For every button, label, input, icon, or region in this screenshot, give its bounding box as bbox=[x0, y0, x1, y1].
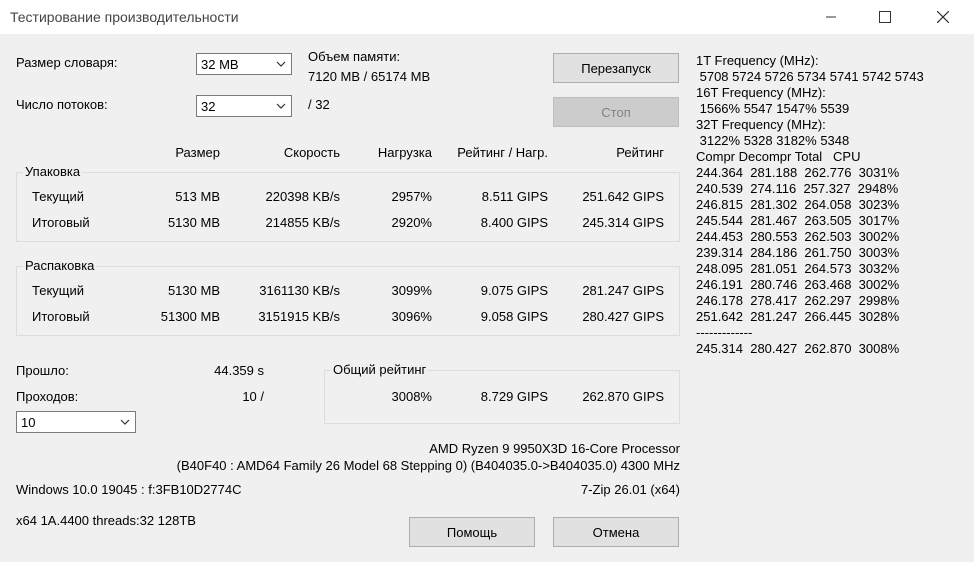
compress-total-size: 5130 MB bbox=[167, 215, 220, 230]
chevron-down-icon bbox=[276, 103, 286, 109]
chevron-down-icon bbox=[120, 419, 130, 425]
compress-total-speed: 214855 KB/s bbox=[265, 215, 340, 230]
decompress-current-rating-load: 9.075 GIPS bbox=[480, 283, 548, 298]
log-line: 239.314 284.186 261.750 3003% bbox=[696, 245, 900, 260]
col-size-header: Размер bbox=[175, 145, 220, 160]
decompress-current-load: 3099% bbox=[391, 283, 432, 298]
compress-total-rating: 245.314 GIPS bbox=[582, 215, 664, 230]
log-line: 3122% 5328 3182% 5348 bbox=[696, 133, 850, 148]
memory-label: Объем памяти: bbox=[308, 49, 401, 64]
elapsed-label: Прошло: bbox=[16, 363, 69, 378]
os-info: Windows 10.0 19045 : f:3FB10D2774C bbox=[16, 482, 242, 497]
decompress-total-label: Итоговый bbox=[32, 309, 90, 324]
app-version: 7-Zip 26.01 (x64) bbox=[581, 482, 680, 497]
decompress-total-rating-load: 9.058 GIPS bbox=[480, 309, 548, 324]
col-speed-header: Скорость bbox=[283, 145, 340, 160]
decompress-total-speed: 3151915 KB/s bbox=[258, 309, 340, 324]
log-line: 16T Frequency (MHz): bbox=[696, 85, 826, 100]
chevron-down-icon bbox=[276, 61, 286, 67]
log-line: 5708 5724 5726 5734 5741 5742 5743 bbox=[696, 69, 924, 84]
maximize-icon bbox=[879, 11, 891, 23]
decompress-total-rating: 280.427 GIPS bbox=[582, 309, 664, 324]
log-line: 32T Frequency (MHz): bbox=[696, 117, 826, 132]
benchmark-log: 1T Frequency (MHz): 5708 5724 5726 5734 … bbox=[696, 53, 970, 357]
minimize-button[interactable] bbox=[808, 0, 854, 34]
log-line: 246.815 281.302 264.058 3023% bbox=[696, 197, 900, 212]
log-line: 1566% 5547 1547% 5539 bbox=[696, 101, 850, 116]
build-info: x64 1A.4400 threads:32 128TB bbox=[16, 513, 196, 528]
compress-current-size: 513 MB bbox=[175, 189, 220, 204]
decompress-total-size: 51300 MB bbox=[160, 309, 220, 324]
log-line: 245.314 280.427 262.870 3008% bbox=[696, 341, 900, 356]
passes-select-value: 10 bbox=[21, 415, 36, 430]
col-rating-header: Рейтинг bbox=[616, 145, 664, 160]
overall-rating: 262.870 GIPS bbox=[582, 389, 664, 404]
log-line: 246.178 278.417 262.297 2998% bbox=[696, 293, 900, 308]
log-line: Compr Decompr Total CPU bbox=[696, 149, 861, 164]
compress-current-load: 2957% bbox=[391, 189, 432, 204]
decompress-current-size: 5130 MB bbox=[167, 283, 220, 298]
passes-select[interactable]: 10 bbox=[16, 411, 136, 433]
compress-total-load: 2920% bbox=[391, 215, 432, 230]
cancel-button[interactable]: Отмена bbox=[553, 517, 679, 547]
decompress-group-label: Распаковка bbox=[23, 258, 97, 273]
log-line: 246.191 280.746 263.468 3002% bbox=[696, 277, 900, 292]
close-icon bbox=[937, 11, 949, 23]
threads-label: Число потоков: bbox=[16, 97, 108, 112]
dict-size-value: 32 MB bbox=[201, 57, 239, 72]
threads-select[interactable]: 32 bbox=[196, 95, 292, 117]
decompress-group bbox=[16, 266, 680, 336]
compress-current-speed: 220398 KB/s bbox=[265, 189, 340, 204]
log-line: 244.453 280.553 262.503 3002% bbox=[696, 229, 900, 244]
passes-label: Проходов: bbox=[16, 389, 79, 404]
passes-value: 10 / bbox=[242, 389, 264, 404]
dict-size-label: Размер словаря: bbox=[16, 55, 118, 70]
log-line: 240.539 274.116 257.327 2948% bbox=[696, 181, 899, 196]
restart-button[interactable]: Перезапуск bbox=[553, 53, 679, 83]
help-button[interactable]: Помощь bbox=[409, 517, 535, 547]
compress-total-rating-load: 8.400 GIPS bbox=[480, 215, 548, 230]
overall-load: 3008% bbox=[391, 389, 432, 404]
log-line: 245.544 281.467 263.505 3017% bbox=[696, 213, 900, 228]
decompress-total-load: 3096% bbox=[391, 309, 432, 324]
log-line: 1T Frequency (MHz): bbox=[696, 53, 819, 68]
elapsed-value: 44.359 s bbox=[214, 363, 264, 378]
compress-current-rating: 251.642 GIPS bbox=[582, 189, 664, 204]
minimize-icon bbox=[826, 16, 836, 18]
log-line: 244.364 281.188 262.776 3031% bbox=[696, 165, 900, 180]
maximize-button[interactable] bbox=[862, 0, 908, 34]
compress-group-label: Упаковка bbox=[23, 164, 83, 179]
overall-rating-load: 8.729 GIPS bbox=[480, 389, 548, 404]
cpu-details: (B40F40 : AMD64 Family 26 Model 68 Stepp… bbox=[176, 458, 680, 473]
title-bar: Тестирование производительности bbox=[0, 0, 974, 34]
log-line: ------------- bbox=[696, 325, 753, 340]
col-rating-load-header: Рейтинг / Нагр. bbox=[457, 145, 548, 160]
overall-group-label: Общий рейтинг bbox=[331, 362, 429, 377]
close-button[interactable] bbox=[920, 0, 966, 34]
cpu-name: AMD Ryzen 9 9950X3D 16-Core Processor bbox=[429, 441, 680, 456]
compress-total-label: Итоговый bbox=[32, 215, 90, 230]
decompress-current-speed: 3161130 KB/s bbox=[259, 283, 340, 298]
threads-value: 32 bbox=[201, 99, 216, 114]
log-line: 251.642 281.247 266.445 3028% bbox=[696, 309, 900, 324]
compress-group bbox=[16, 172, 680, 242]
log-line: 248.095 281.051 264.573 3032% bbox=[696, 261, 900, 276]
col-load-header: Нагрузка bbox=[377, 145, 432, 160]
compress-current-label: Текущий bbox=[32, 189, 84, 204]
compress-current-rating-load: 8.511 GIPS bbox=[481, 189, 548, 204]
stop-button[interactable]: Стоп bbox=[553, 97, 679, 127]
memory-value: 7120 MB / 65174 MB bbox=[308, 69, 431, 84]
window-title: Тестирование производительности bbox=[10, 9, 239, 25]
decompress-current-rating: 281.247 GIPS bbox=[582, 283, 664, 298]
threads-max: / 32 bbox=[308, 97, 330, 112]
decompress-current-label: Текущий bbox=[32, 283, 84, 298]
dict-size-select[interactable]: 32 MB bbox=[196, 53, 292, 75]
